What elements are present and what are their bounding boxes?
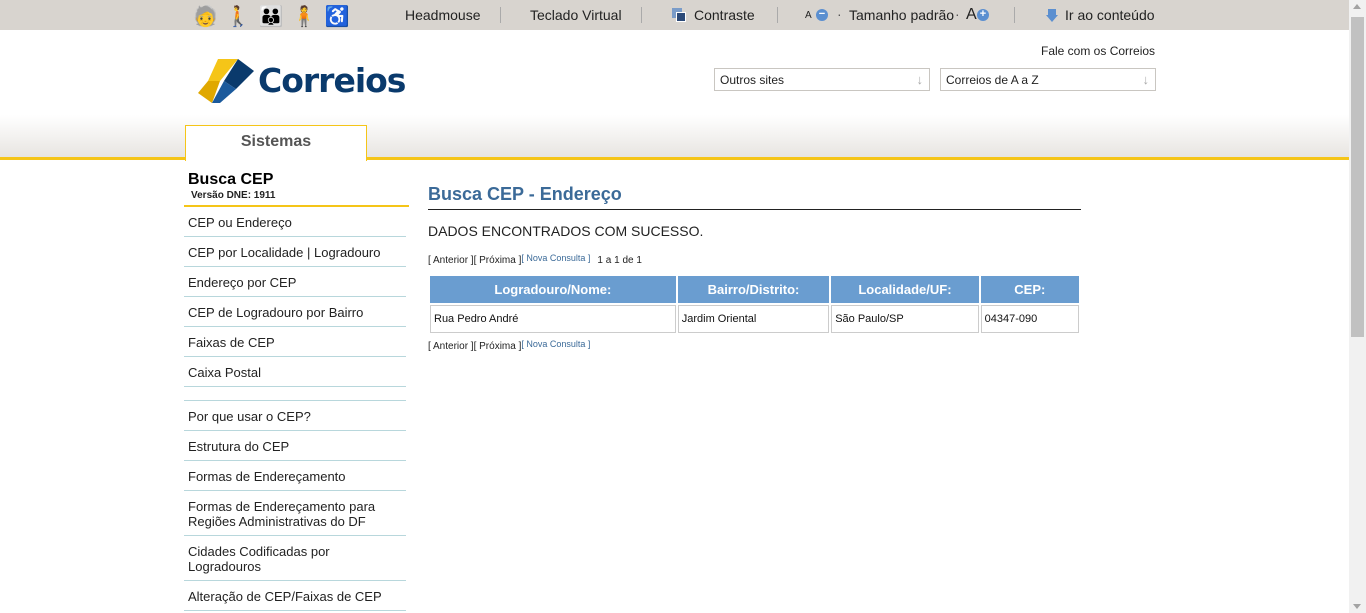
divider <box>500 7 501 23</box>
column-header: Localidade/UF: <box>831 276 979 303</box>
arrow-down-icon: ↓ <box>1142 72 1150 87</box>
wheelchair-icon: ♿ <box>324 6 350 28</box>
table-row: Rua Pedro André Jardim Oriental São Paul… <box>430 305 1079 333</box>
contrast-icon[interactable] <box>672 8 687 22</box>
decrease-font-label[interactable]: A <box>805 10 812 21</box>
divider <box>641 7 642 23</box>
teclado-virtual-link[interactable]: Teclado Virtual <box>530 7 622 23</box>
person-with-child-icon: 👪 <box>258 6 284 28</box>
tamanho-padrao-link[interactable]: Tamanho padrão <box>849 7 954 23</box>
accessibility-icons: 🧓 🚶 👪 🧍 ♿ <box>193 4 350 28</box>
correios-logo[interactable]: Correios <box>198 59 406 103</box>
separator-dot: · <box>837 6 842 22</box>
sidebar-item-estrutura[interactable]: Estrutura do CEP <box>184 431 406 461</box>
cell-logradouro: Rua Pedro André <box>430 305 676 333</box>
walking-person-icon: 🚶 <box>225 6 251 28</box>
accessibility-bar: 🧓 🚶 👪 🧍 ♿ Headmouse Teclado Virtual Cont… <box>0 0 1349 30</box>
minus-circle-icon[interactable]: − <box>816 9 828 21</box>
table-header-row: Logradouro/Nome: Bairro/Distrito: Locali… <box>430 276 1079 303</box>
cell-cep: 04347-090 <box>980 305 1079 333</box>
vertical-scrollbar[interactable] <box>1349 0 1366 613</box>
sidebar-item-formas-df[interactable]: Formas de Endereçamento para Regiões Adm… <box>184 491 406 536</box>
page-title: Busca CEP - Endereço <box>428 184 1081 210</box>
increase-font-label[interactable]: A <box>966 6 977 24</box>
result-count: 1 a 1 de 1 <box>597 255 642 266</box>
column-header: CEP: <box>980 276 1079 303</box>
column-header: Logradouro/Nome: <box>430 276 676 303</box>
sidebar-item-cep-ou-endereco[interactable]: CEP ou Endereço <box>184 207 406 237</box>
sidebar-item-formas-enderecamento[interactable]: Formas de Endereçamento <box>184 461 406 491</box>
dne-version: Versão DNE: 1911 <box>191 190 276 201</box>
column-header: Bairro/Distrito: <box>677 276 830 303</box>
arrow-down-icon: ↓ <box>916 72 924 87</box>
contraste-link[interactable]: Contraste <box>694 7 755 23</box>
cell-localidade: São Paulo/SP <box>831 305 979 333</box>
sidebar-item-cep-por-localidade[interactable]: CEP por Localidade | Logradouro <box>184 237 406 267</box>
main-content: Busca CEP - Endereço DADOS ENCONTRADOS C… <box>428 184 1081 352</box>
anterior-link[interactable]: [ Anterior ] <box>428 255 474 266</box>
standing-person-icon: 🧍 <box>291 6 317 28</box>
sidebar: Busca CEP Versão DNE: 1911 CEP ou Endere… <box>184 171 409 611</box>
sidebar-title: Busca CEP <box>188 171 274 188</box>
divider <box>1014 7 1015 23</box>
sidebar-spacer <box>184 387 406 401</box>
proxima-link[interactable]: [ Próxima ] <box>474 341 522 352</box>
pager-top: [ Anterior ] [ Próxima ] [ Nova Consulta… <box>428 253 1081 266</box>
tab-sistemas[interactable]: Sistemas <box>185 125 367 161</box>
proxima-link[interactable]: [ Próxima ] <box>474 255 522 266</box>
separator-dot: · <box>955 6 960 22</box>
down-arrow-icon[interactable] <box>1046 9 1058 22</box>
success-message: DADOS ENCONTRADOS COM SUCESSO. <box>428 223 704 239</box>
sidebar-item-endereco-por-cep[interactable]: Endereço por CEP <box>184 267 406 297</box>
scroll-down-icon[interactable] <box>1353 604 1361 609</box>
ir-ao-conteudo-link[interactable]: Ir ao conteúdo <box>1065 7 1155 23</box>
correios-a-z-value: Correios de A a Z <box>946 73 1039 87</box>
sidebar-item-por-que-usar[interactable]: Por que usar o CEP? <box>184 401 406 431</box>
nova-consulta-link[interactable]: [ Nova Consulta ] <box>521 253 590 263</box>
anterior-link[interactable]: [ Anterior ] <box>428 341 474 352</box>
nova-consulta-link[interactable]: [ Nova Consulta ] <box>521 339 590 349</box>
fale-com-correios-link[interactable]: Fale com os Correios <box>1041 44 1155 58</box>
plus-circle-icon[interactable]: + <box>977 9 989 21</box>
correios-a-z-select[interactable]: Correios de A a Z ↓ <box>940 68 1156 91</box>
sidebar-item-cidades-codificadas[interactable]: Cidades Codificadas por Logradouros <box>184 536 406 581</box>
sidebar-item-faixas-de-cep[interactable]: Faixas de CEP <box>184 327 406 357</box>
results-table: Logradouro/Nome: Bairro/Distrito: Locali… <box>428 274 1081 335</box>
pager-bottom: [ Anterior ] [ Próxima ] [ Nova Consulta… <box>428 339 1081 352</box>
correios-logo-icon <box>198 59 254 103</box>
outros-sites-value: Outros sites <box>720 73 785 87</box>
headmouse-link[interactable]: Headmouse <box>405 7 481 23</box>
divider <box>777 7 778 23</box>
cell-bairro: Jardim Oriental <box>677 305 830 333</box>
sidebar-item-alteracao-cep[interactable]: Alteração de CEP/Faixas de CEP <box>184 581 406 611</box>
scroll-up-icon[interactable] <box>1353 4 1361 9</box>
sidebar-item-caixa-postal[interactable]: Caixa Postal <box>184 357 406 387</box>
sidebar-item-cep-por-bairro[interactable]: CEP de Logradouro por Bairro <box>184 297 406 327</box>
elderly-person-icon: 🧓 <box>193 6 218 28</box>
scroll-thumb[interactable] <box>1351 17 1364 337</box>
logo-text: Correios <box>258 61 406 100</box>
outros-sites-select[interactable]: Outros sites ↓ <box>714 68 930 91</box>
